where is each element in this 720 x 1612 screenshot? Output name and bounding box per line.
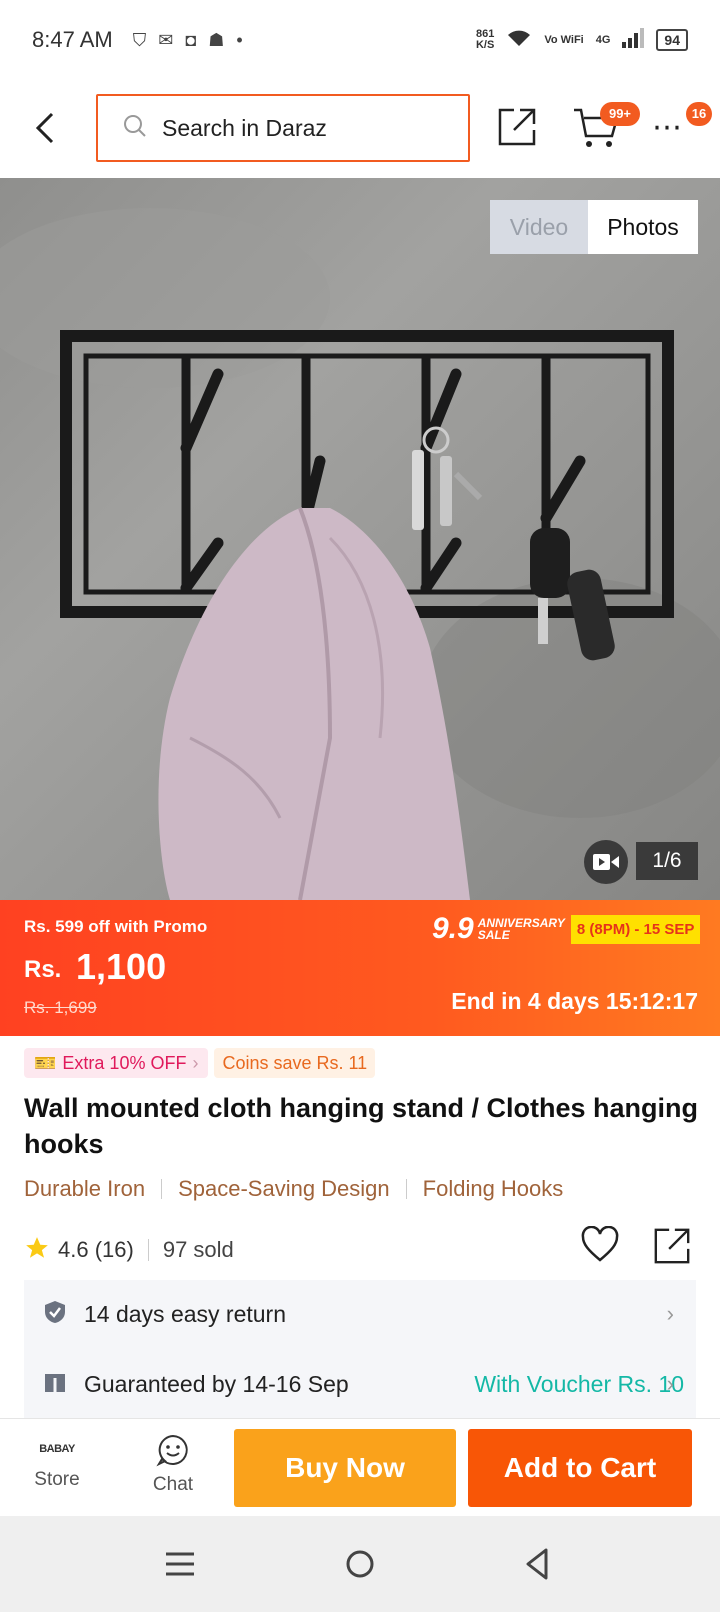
recent-apps-icon[interactable] xyxy=(158,1542,202,1586)
feature-item: Space-Saving Design xyxy=(178,1176,390,1201)
star-icon xyxy=(24,1235,50,1266)
delivery-row[interactable]: Guaranteed by 14-16 Sep With Voucher Rs.… xyxy=(24,1350,696,1418)
store-logo: BABAY xyxy=(39,1443,75,1455)
snapchat-icon: ☗ xyxy=(208,29,225,50)
add-to-cart-button[interactable]: Add to Cart xyxy=(468,1429,692,1507)
rating-score: 4.6 (16) xyxy=(58,1237,134,1262)
vowifi-label: Vo WiFi xyxy=(544,33,584,46)
system-nav-bar xyxy=(0,1516,720,1612)
product-title: Wall mounted cloth hanging stand / Cloth… xyxy=(24,1093,698,1159)
price-banner: Rs. 599 off with Promo Rs. 1,100 Rs. 1,6… xyxy=(0,900,720,1036)
cart-badge: 99+ xyxy=(600,102,640,126)
search-icon xyxy=(122,113,148,144)
chevron-right-icon: › xyxy=(666,1371,674,1396)
feature-separator xyxy=(161,1179,163,1199)
promo-text: Rs. 599 off with Promo xyxy=(24,917,208,936)
feature-list: Durable Iron Space-Saving Design Folding… xyxy=(24,1176,563,1202)
shield-check-icon xyxy=(44,1300,66,1329)
feature-item: Durable Iron xyxy=(24,1176,146,1201)
status-bar: 8:47 AM ⛉ ✉ ◘ ☗ • 861 K/S Vo WiFi 4G 94 xyxy=(0,0,720,80)
network-type: 4G xyxy=(595,33,611,46)
more-badge: 16 xyxy=(686,102,712,126)
chat-label: Chat xyxy=(152,1474,194,1495)
chat-icon xyxy=(156,1434,188,1467)
voucher-text[interactable]: With Voucher Rs. 10 xyxy=(474,1371,684,1398)
bottom-action-bar: BABAY Store Chat Buy Now Add to Cart xyxy=(0,1418,720,1516)
wifi-icon xyxy=(506,28,532,53)
search-input[interactable]: Search in Daraz xyxy=(96,94,470,162)
video-play-icon[interactable] xyxy=(584,840,628,884)
battery-icon: 94 xyxy=(656,29,688,51)
wishlist-heart-icon[interactable] xyxy=(580,1225,620,1264)
campaign-name: ANNIVERSARY SALE xyxy=(477,916,565,942)
feature-item: Folding Hooks xyxy=(422,1176,564,1201)
top-header: Search in Daraz 99+ ⋯ 16 xyxy=(0,80,720,178)
image-counter: 1/6 xyxy=(636,842,698,880)
countdown-timer: End in 4 days 15:12:17 xyxy=(451,988,698,1014)
status-right: 861 K/S Vo WiFi 4G 94 xyxy=(475,27,688,53)
chevron-right-icon: › xyxy=(192,1052,199,1073)
dot-icon: • xyxy=(236,29,243,50)
promo-tags: 🎫 Extra 10% OFF › Coins save Rs. 11 xyxy=(24,1048,376,1078)
current-price: 1,100 xyxy=(76,946,167,987)
net-speed: 861 K/S xyxy=(475,28,495,51)
signal-icon xyxy=(622,27,645,53)
more-icon[interactable]: ⋯ xyxy=(652,110,683,145)
tab-photos[interactable]: Photos xyxy=(588,200,698,254)
product-image-gallery[interactable]: Video Photos 1/6 xyxy=(0,178,720,900)
notification-icons: ⛉ ✉ ◘ ☗ • xyxy=(133,30,243,51)
gmail-icon: ✉ xyxy=(158,29,174,50)
price-currency: Rs. xyxy=(24,956,62,983)
product-photo xyxy=(0,208,720,900)
share-product-icon[interactable] xyxy=(652,1226,692,1266)
share-icon[interactable] xyxy=(496,106,538,148)
back-icon[interactable] xyxy=(28,110,64,146)
coins-tag: Coins save Rs. 11 xyxy=(214,1048,376,1078)
campaign-number: 9.9 xyxy=(432,912,474,945)
gift-box-icon xyxy=(44,1371,66,1398)
service-panel: 14 days easy return › Guaranteed by 14-1… xyxy=(24,1280,696,1420)
sold-count: 97 sold xyxy=(162,1237,234,1262)
feature-separator xyxy=(405,1179,407,1199)
home-icon[interactable] xyxy=(338,1542,382,1586)
store-label: Store xyxy=(34,1469,80,1490)
tab-video[interactable]: Video xyxy=(490,200,588,254)
original-price: Rs. 1,699 xyxy=(24,998,97,1017)
instagram-icon: ◘ xyxy=(185,29,197,50)
chat-button[interactable]: Chat xyxy=(138,1429,208,1509)
delivery-text: Guaranteed by 14-16 Sep xyxy=(84,1370,349,1397)
media-toggle: Video Photos xyxy=(490,200,698,254)
shield-icon: ⛉ xyxy=(132,29,147,50)
chevron-right-icon: › xyxy=(666,1301,674,1326)
buy-now-button[interactable]: Buy Now xyxy=(234,1429,456,1507)
status-time: 8:47 AM xyxy=(32,27,113,52)
extra-off-tag[interactable]: 🎫 Extra 10% OFF › xyxy=(24,1048,209,1078)
return-text: 14 days easy return xyxy=(84,1300,287,1327)
return-policy-row[interactable]: 14 days easy return › xyxy=(24,1280,696,1348)
store-button[interactable]: BABAY Store xyxy=(24,1429,90,1509)
search-placeholder: Search in Daraz xyxy=(162,114,327,141)
campaign-badge: 9.9 ANNIVERSARY SALE 8 (8PM) - 15 SEP xyxy=(432,912,701,946)
coupon-icon: 🎫 xyxy=(34,1052,57,1073)
rating-separator xyxy=(147,1239,149,1261)
campaign-dates: 8 (8PM) - 15 SEP xyxy=(570,914,701,944)
back-nav-icon[interactable] xyxy=(516,1542,560,1586)
